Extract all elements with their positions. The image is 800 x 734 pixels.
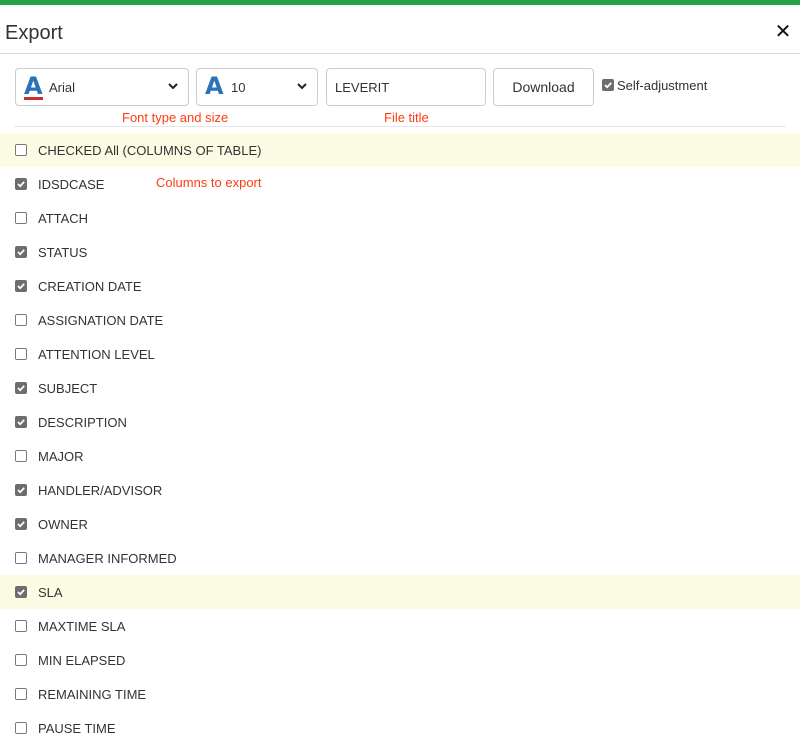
column-row[interactable]: PAUSE TIME (0, 711, 800, 734)
column-label: DESCRIPTION (38, 414, 127, 430)
column-checkbox[interactable] (15, 212, 27, 224)
column-checkbox[interactable] (15, 620, 27, 632)
column-checkbox[interactable] (15, 722, 27, 734)
column-row[interactable]: DESCRIPTION (0, 405, 800, 439)
column-label: ATTACH (38, 210, 89, 226)
font-type-select[interactable]: A Arial (15, 68, 189, 106)
column-label: SLA (38, 584, 63, 600)
column-row[interactable]: ATTACH (0, 201, 800, 235)
column-checkbox[interactable] (15, 178, 27, 190)
download-button[interactable]: Download (493, 68, 594, 106)
column-row[interactable]: SLA (0, 575, 800, 609)
close-icon[interactable]: ✕ (773, 22, 793, 42)
dialog-header: Export ✕ (0, 5, 800, 54)
column-checkbox[interactable] (15, 280, 27, 292)
font-color-underline (24, 97, 43, 100)
column-checkbox[interactable] (15, 518, 27, 530)
column-checkbox[interactable] (15, 382, 27, 394)
self-adjustment-toggle[interactable]: Self-adjustment (602, 77, 707, 93)
check-icon (17, 181, 25, 188)
column-label: HANDLER/ADVISOR (38, 482, 163, 498)
column-label: STATUS (38, 244, 88, 260)
column-checkbox[interactable] (15, 348, 27, 360)
check-icon (17, 521, 25, 528)
column-checkbox[interactable] (15, 450, 27, 462)
column-checkbox[interactable] (15, 552, 27, 564)
column-row[interactable]: STATUS (0, 235, 800, 269)
check-icon (17, 249, 25, 256)
check-icon (17, 385, 25, 392)
column-label: IDSDCASE (38, 176, 105, 192)
file-title-hint: File title (384, 110, 429, 125)
check-all-row[interactable]: CHECKED All (COLUMNS OF TABLE) (0, 133, 800, 167)
column-label: MAXTIME SLA (38, 618, 126, 634)
column-row[interactable]: CREATION DATE (0, 269, 800, 303)
column-checkbox[interactable] (15, 586, 27, 598)
check-icon (604, 82, 612, 89)
column-label: MIN ELAPSED (38, 652, 126, 668)
column-row[interactable]: MANAGER INFORMED (0, 541, 800, 575)
column-checkbox[interactable] (15, 246, 27, 258)
column-checkbox[interactable] (15, 654, 27, 666)
font-size-value: 10 (231, 80, 246, 95)
column-checkbox[interactable] (15, 688, 27, 700)
column-row[interactable]: IDSDCASE (0, 167, 800, 201)
column-row[interactable]: MAJOR (0, 439, 800, 473)
column-checkbox[interactable] (15, 416, 27, 428)
self-adjustment-label: Self-adjustment (617, 77, 708, 93)
column-row[interactable]: MAXTIME SLA (0, 609, 800, 643)
chevron-down-icon (168, 83, 178, 90)
column-label: ASSIGNATION DATE (38, 312, 164, 328)
column-checkbox[interactable] (15, 484, 27, 496)
check-icon (17, 589, 25, 596)
column-row[interactable]: REMAINING TIME (0, 677, 800, 711)
column-row[interactable]: HANDLER/ADVISOR (0, 473, 800, 507)
column-row[interactable]: MIN ELAPSED (0, 643, 800, 677)
check-icon (17, 487, 25, 494)
column-row[interactable]: SUBJECT (0, 371, 800, 405)
font-hint: Font type and size (122, 110, 229, 125)
column-label: REMAINING TIME (38, 686, 147, 702)
toolbar-divider (14, 126, 786, 127)
font-size-icon: A (205, 72, 224, 100)
column-checkbox[interactable] (15, 314, 27, 326)
column-row[interactable]: ASSIGNATION DATE (0, 303, 800, 337)
column-label: ATTENTION LEVEL (38, 346, 155, 362)
check-all-label: CHECKED All (COLUMNS OF TABLE) (38, 142, 262, 158)
font-size-select[interactable]: A 10 (196, 68, 318, 106)
font-type-value: Arial (49, 80, 76, 95)
column-label: MAJOR (38, 448, 84, 464)
self-adjustment-checkbox[interactable] (602, 79, 614, 91)
column-label: OWNER (38, 516, 88, 532)
column-row[interactable]: OWNER (0, 507, 800, 541)
check-icon (17, 419, 25, 426)
column-label: SUBJECT (38, 380, 98, 396)
column-row[interactable]: ATTENTION LEVEL (0, 337, 800, 371)
check-icon (17, 283, 25, 290)
font-type-icon: A (24, 72, 43, 100)
chevron-down-icon (297, 83, 307, 90)
column-label: MANAGER INFORMED (38, 550, 177, 566)
dialog-title: Export (5, 22, 63, 44)
column-label: PAUSE TIME (38, 720, 116, 734)
column-label: CREATION DATE (38, 278, 142, 294)
check-all-checkbox[interactable] (15, 144, 27, 156)
file-title-input[interactable] (326, 68, 486, 106)
